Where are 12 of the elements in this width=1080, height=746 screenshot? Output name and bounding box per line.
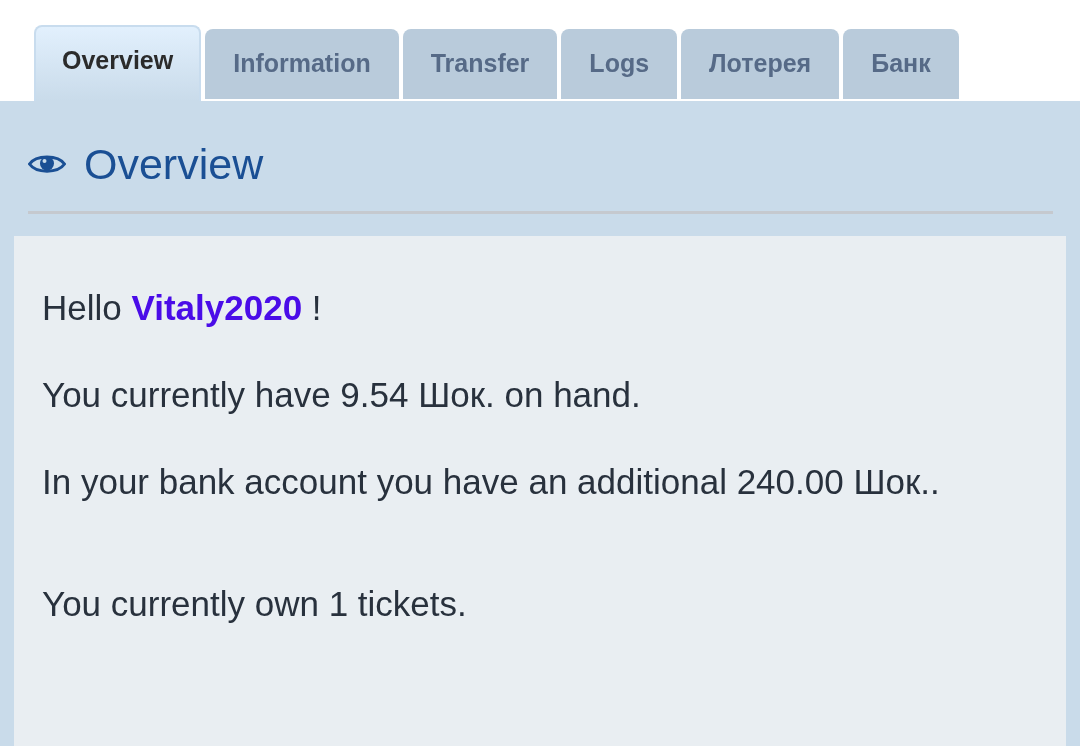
info-text: Hello Vitaly2020 ! [42, 288, 323, 328]
info-text: In your bank account you have an additional 240.00 Шок.. [42, 462, 941, 502]
tab[interactable]: Transfer [402, 29, 558, 99]
tab[interactable]: Logs [561, 29, 678, 99]
tab[interactable]: Лотерея [681, 29, 840, 99]
tab[interactable]: Банк [843, 29, 959, 99]
tab[interactable]: Overview [34, 25, 202, 101]
info-text: You currently have 9.54 Шок. on hand. [42, 375, 642, 415]
section-title: Overview [84, 139, 264, 189]
tickets-text: You currently own 1 tickets. [42, 584, 468, 624]
tab[interactable]: Information [205, 29, 399, 99]
eye-icon [28, 152, 66, 176]
